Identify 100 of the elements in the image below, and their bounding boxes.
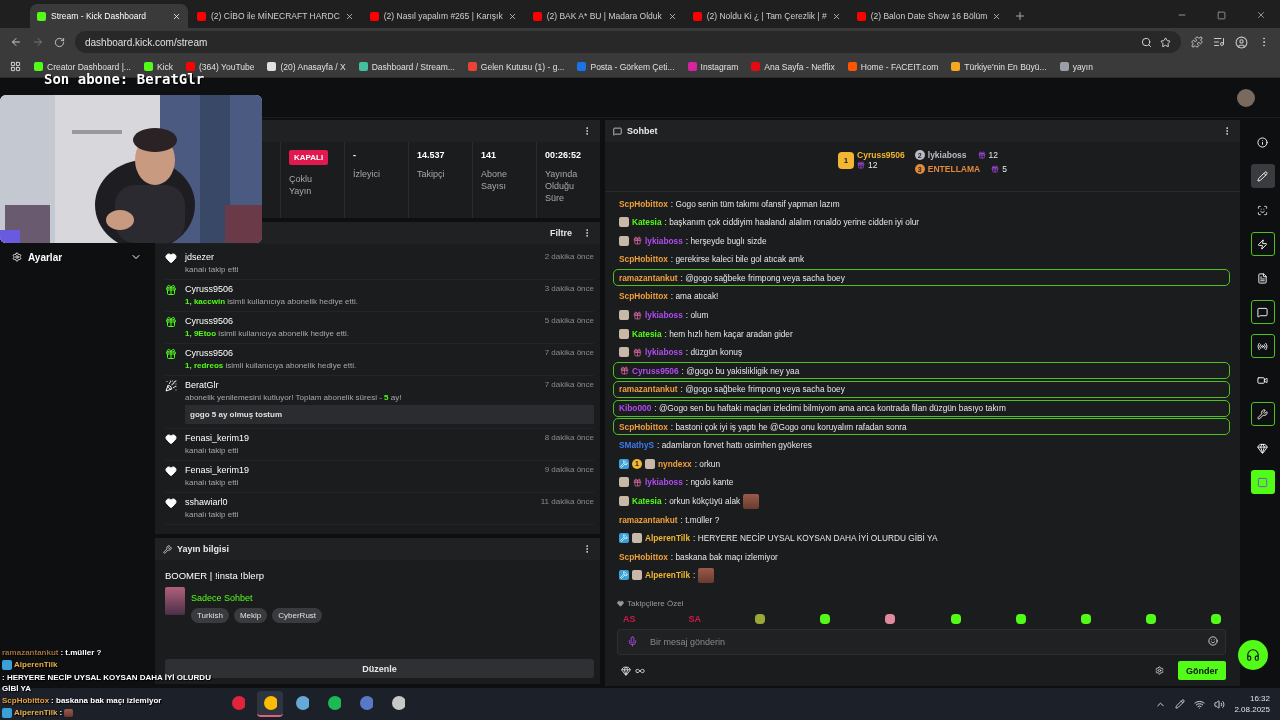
bookmark-icon[interactable] <box>143 62 153 71</box>
bookmark[interactable]: Kick <box>156 61 173 72</box>
clock[interactable]: 16:32 2.08.2025 <box>1234 693 1270 715</box>
activity-detail: kanalı takip etti <box>185 265 240 274</box>
bookmark[interactable]: Instagram <box>700 61 739 72</box>
back-icon[interactable] <box>10 36 22 48</box>
bookmark[interactable]: Home - FACEIT.com <box>860 61 939 72</box>
browser-tab[interactable]: (2) CİBO ile MİNECRAFT HARDC <box>190 4 361 28</box>
bookmark-icon[interactable] <box>951 62 961 71</box>
chat-username: Kibo000 <box>619 403 652 414</box>
heart-icon <box>165 252 177 264</box>
emote-icon[interactable] <box>884 613 897 625</box>
taskbar-app[interactable] <box>257 691 283 717</box>
stream-title: BOOMER | !insta !blerp <box>165 570 266 581</box>
close-icon[interactable] <box>992 11 1002 21</box>
search-icon[interactable] <box>1141 36 1152 48</box>
chat-username: lykiaboss <box>645 310 683 321</box>
info-icon <box>1257 136 1268 148</box>
pencil-button[interactable] <box>1250 164 1275 188</box>
bookmark-icon[interactable] <box>34 62 43 71</box>
browser-tab[interactable]: (2) Balon Date Show 16 Bölüm <box>849 4 1009 28</box>
new-tab-icon[interactable] <box>1014 10 1027 22</box>
emoji-icon[interactable] <box>1208 636 1218 646</box>
volume-icon[interactable] <box>1214 698 1226 710</box>
gift-count: 12 <box>868 160 878 170</box>
close-icon[interactable] <box>1256 10 1266 20</box>
overlay-chat-text: : <box>59 707 63 718</box>
apps-icon[interactable] <box>10 61 21 72</box>
bookmark[interactable]: Türkiye'nin En Büyü... <box>964 61 1047 72</box>
gift-count: 5 <box>1002 164 1007 174</box>
reload-icon[interactable] <box>54 36 65 48</box>
activity-user: sshawiarl0 <box>185 497 228 507</box>
browser-tab[interactable]: (2) BAK A* BU | Madara Olduk <box>525 4 684 28</box>
filter-button[interactable]: Filtre <box>550 228 572 238</box>
activity-time: 7 dakika önce <box>544 380 594 390</box>
emote-icon[interactable] <box>819 613 832 625</box>
bookmark[interactable]: Dashboard / Stream... <box>371 61 455 72</box>
activity-user: Cyruss9506 <box>185 284 234 294</box>
browser-tab[interactable]: (2) Nasıl yapalım #265 | Karışık <box>362 4 524 28</box>
bookmark[interactable]: (364) YouTube <box>199 61 255 72</box>
star-icon[interactable] <box>1160 36 1171 48</box>
bookmark-icon[interactable] <box>847 62 857 71</box>
chat-text: : adamlaron forvet hattı osimhen gyökeres <box>657 440 812 451</box>
media-icon[interactable] <box>1213 36 1225 48</box>
chat-text: : HERYERE NECİP UYSAL KOYSAN DAHA İYİ OLURDU GİBİ YA <box>693 533 938 544</box>
activity-detail: 1, 9Etoo isimli kullanıcıya abonelik hediye etti. <box>185 329 351 338</box>
profile-avatar[interactable] <box>1237 88 1255 107</box>
browser-tab[interactable]: (2) Noldu Ki ¿ | Tam Çerezlik | # <box>685 4 848 28</box>
chat-text: : düzgün konuş <box>685 347 743 358</box>
chat-button[interactable] <box>1250 300 1275 324</box>
settings-menu[interactable]: Ayarlar <box>0 246 150 268</box>
extensions-icon[interactable] <box>1191 36 1203 48</box>
bookmark[interactable]: Posta - Görkem Çeti... <box>590 61 675 72</box>
pen-icon[interactable] <box>1175 699 1186 709</box>
emote-icon[interactable] <box>1144 613 1157 625</box>
heart-icon <box>165 497 177 509</box>
emote-icon[interactable] <box>1079 613 1092 625</box>
emote-icon[interactable] <box>949 613 962 625</box>
message-field[interactable]: Bir mesaj gönderin <box>617 629 1226 655</box>
document-icon <box>1257 272 1268 284</box>
chat-username: ScpHobittox <box>619 198 668 209</box>
activity-time: 3 dakika önce <box>544 284 594 294</box>
send-button[interactable]: Gönder <box>1178 661 1226 680</box>
maximize-icon[interactable] <box>1217 11 1226 20</box>
bookmark[interactable]: Ana Sayfa - Netflix <box>764 61 835 72</box>
browser-tab[interactable]: Stream - Kick Dashboard <box>30 4 188 28</box>
broadcast-button[interactable] <box>1250 334 1275 358</box>
chat-text: : ngolo kante <box>685 477 734 488</box>
bookmark-icon[interactable] <box>358 62 368 71</box>
avatar-icon <box>619 235 629 246</box>
settings-icon[interactable] <box>1155 666 1164 675</box>
bookmark[interactable]: (20) Anasayfa / X <box>280 61 346 72</box>
mic-icon[interactable] <box>627 636 638 647</box>
emote-icon[interactable] <box>1209 613 1222 625</box>
activity-user: Fenasi_kerim19 <box>185 433 250 443</box>
bookmark[interactable]: yayın <box>1072 61 1093 72</box>
wifi-icon[interactable] <box>1194 698 1206 710</box>
app-icon <box>295 695 309 711</box>
bookmark-icon[interactable] <box>1059 62 1069 71</box>
address-bar[interactable]: dashboard.kick.com/stream <box>75 31 1181 53</box>
bookmark[interactable]: Gelen Kutusu (1) - g... <box>480 61 565 72</box>
category-name[interactable]: Sadece Sohbet <box>191 593 253 603</box>
overlay-chat-text: : baskana bak maçı izlemiyor <box>51 695 162 706</box>
chat-text: : hem hızlı hem kaçar aradan gider <box>664 328 793 339</box>
emote-icon[interactable] <box>754 613 767 625</box>
wrench-button[interactable] <box>1250 402 1275 426</box>
chat-username: AlperenTilk <box>645 570 691 581</box>
close-icon[interactable] <box>344 11 354 21</box>
close-icon[interactable] <box>507 11 517 21</box>
close-icon[interactable] <box>667 11 677 21</box>
bookmark-icon[interactable] <box>267 62 277 71</box>
emote-icon[interactable] <box>1014 613 1027 625</box>
bookmark[interactable]: Creator Dashboard |... <box>47 61 131 72</box>
close-icon[interactable] <box>831 11 841 21</box>
profile-icon[interactable] <box>1235 35 1248 49</box>
hammer-icon <box>619 533 629 544</box>
app-button[interactable] <box>1250 470 1275 494</box>
close-icon[interactable] <box>172 11 181 21</box>
lightning-button[interactable] <box>1250 232 1275 256</box>
activity-time: 5 dakika önce <box>544 316 594 326</box>
